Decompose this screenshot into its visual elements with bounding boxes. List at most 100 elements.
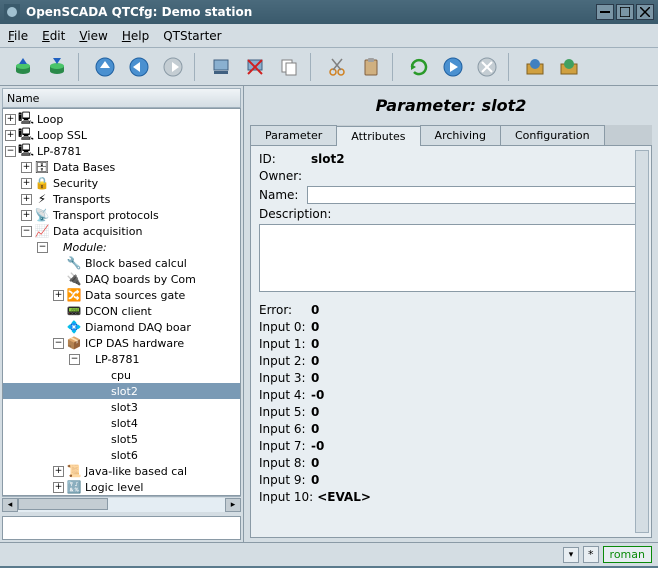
tree-node-icpdas[interactable]: −📦ICP DAS hardware	[3, 335, 240, 351]
input-row-3: Input 3:0	[259, 371, 643, 385]
search-box[interactable]	[2, 516, 241, 540]
input-label: Input 4:	[259, 388, 307, 402]
desc-label-row: Description:	[259, 207, 643, 221]
tree-node-slot6[interactable]: slot6	[3, 447, 240, 463]
tree-node-module[interactable]: −Module:	[3, 239, 240, 255]
status-user[interactable]: roman	[603, 546, 652, 563]
expand-icon[interactable]: +	[21, 194, 32, 205]
tree-node-daqboards[interactable]: 🔌DAQ boards by Com	[3, 271, 240, 287]
expand-icon[interactable]: +	[5, 114, 16, 125]
collapse-icon[interactable]: −	[5, 146, 16, 157]
status-dropdown[interactable]: ▾	[563, 547, 579, 563]
input-value: 0	[311, 405, 319, 419]
mod-icon: 🔣	[66, 479, 82, 495]
attributes-panel: ID:slot2 Owner: Name: Description: Error…	[250, 146, 652, 538]
tree-node-databases[interactable]: +🗄Data Bases	[3, 159, 240, 175]
expand-icon[interactable]: +	[53, 482, 64, 493]
input-label: Input 7:	[259, 439, 307, 453]
menu-qtstarter[interactable]: QTStarter	[163, 29, 221, 43]
tree-node-slot3[interactable]: slot3	[3, 399, 240, 415]
titlebar: OpenSCADA QTCfg: Demo station	[0, 0, 658, 24]
tree-node-security[interactable]: +🔒Security	[3, 175, 240, 191]
tree-header[interactable]: Name	[2, 88, 241, 108]
expand-icon[interactable]: +	[21, 210, 32, 221]
tree-node-dataacq[interactable]: −📈Data acquisition	[3, 223, 240, 239]
tree-node-transportprotocols[interactable]: +📡Transport protocols	[3, 207, 240, 223]
minimize-button[interactable]	[596, 4, 614, 20]
tab-configuration[interactable]: Configuration	[500, 125, 605, 145]
nav-forward-icon[interactable]	[158, 52, 188, 82]
tree-node-cpu[interactable]: cpu	[3, 367, 240, 383]
scroll-thumb[interactable]	[18, 498, 108, 510]
run-icon[interactable]	[438, 52, 468, 82]
tree-node-javalike[interactable]: +📜Java-like based cal	[3, 463, 240, 479]
input-row-9: Input 9:0	[259, 473, 643, 487]
transport-icon: ⚡	[34, 191, 50, 207]
db-up-icon[interactable]	[8, 52, 38, 82]
tree-node-logiclevel[interactable]: +🔣Logic level	[3, 479, 240, 495]
nav-up-icon[interactable]	[90, 52, 120, 82]
input-label: Input 6:	[259, 422, 307, 436]
input-value: 0	[311, 354, 319, 368]
tree-node-lp8781b[interactable]: −LP-8781	[3, 351, 240, 367]
module2-icon[interactable]	[554, 52, 584, 82]
collapse-icon[interactable]: −	[37, 242, 48, 253]
cut-icon[interactable]	[322, 52, 352, 82]
scroll-track[interactable]	[18, 498, 225, 512]
collapse-icon[interactable]: −	[21, 226, 32, 237]
tree-node-dcon[interactable]: 📟DCON client	[3, 303, 240, 319]
expand-icon[interactable]: +	[21, 162, 32, 173]
tree-node-slot4[interactable]: slot4	[3, 415, 240, 431]
tree-node-lp8781[interactable]: −🖳LP-8781	[3, 143, 240, 159]
menu-edit[interactable]: Edit	[42, 29, 65, 43]
tab-archiving[interactable]: Archiving	[420, 125, 501, 145]
delete-item-icon[interactable]	[240, 52, 270, 82]
input-row-0: Input 0:0	[259, 320, 643, 334]
tree-node-transports[interactable]: +⚡Transports	[3, 191, 240, 207]
tree-node-datasources[interactable]: +🔀Data sources gate	[3, 287, 240, 303]
copy-icon[interactable]	[274, 52, 304, 82]
tree-node-slot2[interactable]: slot2	[3, 383, 240, 399]
input-value: 0	[311, 456, 319, 470]
expand-icon[interactable]: +	[53, 290, 64, 301]
paste-icon[interactable]	[356, 52, 386, 82]
nav-back-icon[interactable]	[124, 52, 154, 82]
menu-view[interactable]: View	[79, 29, 107, 43]
tree-node-loopssl[interactable]: +🖳Loop SSL	[3, 127, 240, 143]
status-star: *	[583, 546, 599, 563]
input-row-4: Input 4: -0	[259, 388, 643, 402]
input-value: 0	[311, 320, 319, 334]
description-input[interactable]	[259, 224, 643, 292]
expand-icon[interactable]: +	[21, 178, 32, 189]
menu-file[interactable]: File	[8, 29, 28, 43]
panel-vscroll[interactable]	[635, 150, 649, 533]
menu-help[interactable]: Help	[122, 29, 149, 43]
scroll-left-icon[interactable]: ◂	[2, 498, 18, 512]
collapse-icon[interactable]: −	[69, 354, 80, 365]
tree[interactable]: +🖳Loop +🖳Loop SSL −🖳LP-8781 +🗄Data Bases…	[3, 109, 240, 495]
tab-attributes[interactable]: Attributes	[336, 126, 420, 146]
tree-node-loop[interactable]: +🖳Loop	[3, 111, 240, 127]
tree-hscroll[interactable]: ◂ ▸	[2, 496, 241, 512]
expand-icon[interactable]: +	[53, 466, 64, 477]
tree-node-blockcalc[interactable]: 🔧Block based calcul	[3, 255, 240, 271]
tree-pane: Name +🖳Loop +🖳Loop SSL −🖳LP-8781 +🗄Data …	[0, 86, 244, 542]
tree-node-diamond[interactable]: 💠Diamond DAQ boar	[3, 319, 240, 335]
maximize-button[interactable]	[616, 4, 634, 20]
name-input[interactable]	[307, 186, 643, 204]
module1-icon[interactable]	[520, 52, 550, 82]
mod-icon: 📦	[66, 335, 82, 351]
input-value: -0	[311, 388, 324, 402]
stop-icon[interactable]	[472, 52, 502, 82]
protocol-icon: 📡	[34, 207, 50, 223]
daq-icon: 📈	[34, 223, 50, 239]
scroll-right-icon[interactable]: ▸	[225, 498, 241, 512]
expand-icon[interactable]: +	[5, 130, 16, 141]
tab-parameter[interactable]: Parameter	[250, 125, 337, 145]
collapse-icon[interactable]: −	[53, 338, 64, 349]
db-down-icon[interactable]	[42, 52, 72, 82]
close-button[interactable]	[636, 4, 654, 20]
refresh-icon[interactable]	[404, 52, 434, 82]
tree-node-slot5[interactable]: slot5	[3, 431, 240, 447]
add-item-icon[interactable]	[206, 52, 236, 82]
